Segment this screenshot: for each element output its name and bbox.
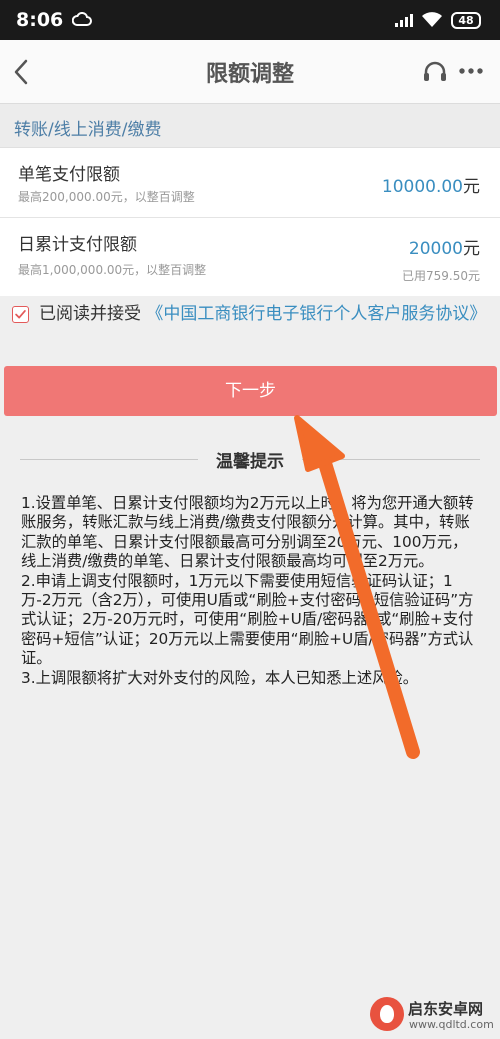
watermark-name: 启东安卓网 <box>408 1000 484 1018</box>
tips-paragraph-3: 3.上调限额将扩大对外支付的风险，本人已知悉上述风险。 <box>21 668 419 687</box>
tips-paragraph-2: 2.申请上调支付限额时，1万元以下需要使用短信验证码认证；1万-2万元（含2万）… <box>21 571 474 668</box>
status-time: 8:06 <box>16 9 64 31</box>
agreement-text: 已阅读并接受 《中国工商银行电子银行个人客户服务协议》 <box>39 302 494 326</box>
cloud-icon <box>72 12 92 26</box>
single-limit-hint: 最高200,000.00元，以整百调整 <box>18 190 195 204</box>
wifi-icon <box>422 12 442 27</box>
section-header: 转账/线上消费/缴费 <box>0 104 500 148</box>
watermark-logo-icon <box>370 997 404 1031</box>
single-limit-input[interactable]: 10000.00元 <box>382 172 480 197</box>
watermark: 启东安卓网 www.qdltd.com <box>370 995 495 1035</box>
agreement-prefix: 已阅读并接受 <box>39 304 141 324</box>
checkbox-checked-icon[interactable] <box>12 306 29 323</box>
headset-icon[interactable] <box>421 58 449 86</box>
tips-paragraph-1: 1.设置单笔、日累计支付限额均为2万元以上时，将为您开通大额转账服务，转账汇款与… <box>21 494 474 571</box>
single-limit-label: 单笔支付限额 <box>18 165 120 185</box>
agreement-row: 已阅读并接受 《中国工商银行电子银行个人客户服务协议》 <box>0 296 500 356</box>
daily-limit-hint: 最高1,000,000.00元，以整百调整 <box>18 263 207 277</box>
agreement-link[interactable]: 《中国工商银行电子银行个人客户服务协议》 <box>146 304 486 324</box>
daily-limit-row[interactable]: 日累计支付限额 最高1,000,000.00元，以整百调整 20000元 已用7… <box>0 218 500 296</box>
single-limit-unit: 元 <box>463 177 480 197</box>
section-title: 转账/线上消费/缴费 <box>14 120 162 140</box>
daily-limit-unit: 元 <box>463 239 480 259</box>
tips-divider-right <box>302 459 480 460</box>
daily-used-amount: 已用759.50元 <box>402 269 480 283</box>
single-limit-value[interactable]: 10000.00 <box>382 177 463 197</box>
signal-icon <box>395 14 413 27</box>
daily-limit-label: 日累计支付限额 <box>18 235 137 255</box>
daily-limit-value[interactable]: 20000 <box>409 239 463 259</box>
more-icon[interactable] <box>458 67 484 75</box>
status-bar: 8:06 48 <box>0 0 500 40</box>
single-limit-row[interactable]: 单笔支付限额 最高200,000.00元，以整百调整 10000.00元 <box>0 148 500 218</box>
watermark-url: www.qdltd.com <box>409 1018 494 1031</box>
next-button[interactable]: 下一步 <box>4 366 497 416</box>
tips-body: 1.设置单笔、日累计支付限额均为2万元以上时，将为您开通大额转账服务，转账汇款与… <box>21 494 481 688</box>
daily-limit-input[interactable]: 20000元 <box>409 234 480 259</box>
nav-bar: 限额调整 <box>0 40 500 104</box>
battery-icon: 48 <box>451 12 481 29</box>
